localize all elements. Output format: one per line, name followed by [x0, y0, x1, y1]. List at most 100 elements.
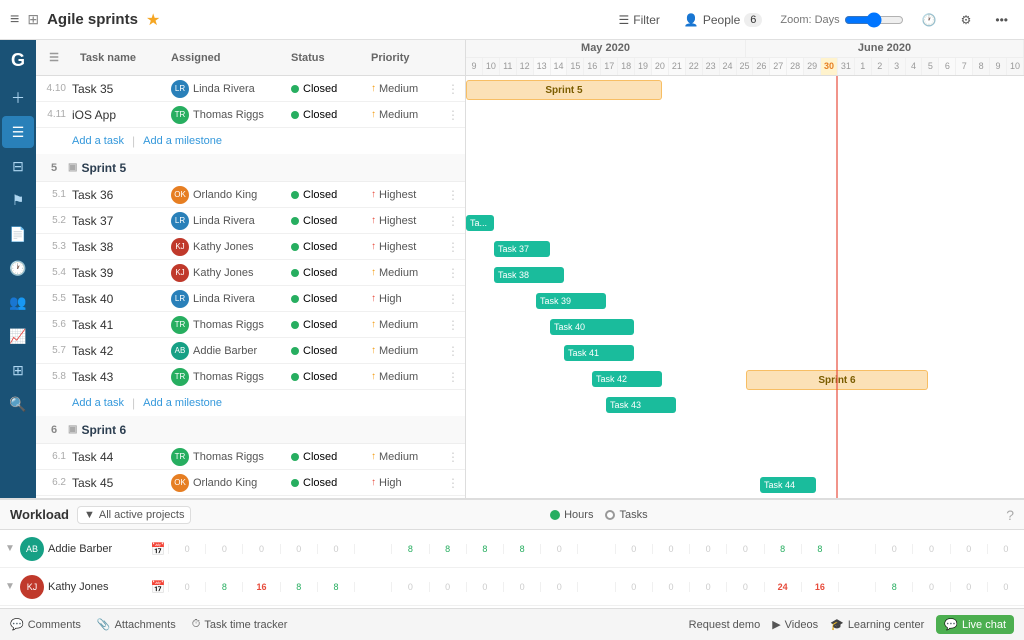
- tasks-radio[interactable]: [605, 510, 615, 520]
- task-row[interactable]: 5.2 Task 37 LR Linda Rivera Closed ↑ Hig…: [36, 208, 465, 234]
- task-row[interactable]: 4.10 Task 35 LR Linda Rivera Closed ↑ Me…: [36, 76, 465, 102]
- task-row[interactable]: 5.5 Task 40 LR Linda Rivera Closed ↑ Hig…: [36, 286, 465, 312]
- filter-button[interactable]: ☰ Filter: [612, 9, 665, 31]
- task-time-item[interactable]: ⏱ Task time tracker: [192, 618, 288, 631]
- live-chat-button[interactable]: 💬 Live chat: [936, 615, 1014, 634]
- star-icon[interactable]: ★: [146, 10, 160, 30]
- gantt-day: 11: [500, 58, 517, 75]
- sidebar-item-chart[interactable]: 📈: [2, 320, 34, 352]
- task-num: 5.6: [36, 319, 72, 330]
- attachments-label: Attachments: [115, 619, 176, 631]
- task-bar[interactable]: Task 38: [494, 267, 564, 283]
- task-bar[interactable]: Task 44: [760, 477, 816, 493]
- settings-button[interactable]: ⚙: [955, 9, 978, 31]
- task-row[interactable]: 5.7 Task 42 AB Addie Barber Closed ↑ Med…: [36, 338, 465, 364]
- add-task-link[interactable]: Add a task: [72, 135, 124, 147]
- sidebar-item-add[interactable]: ＋: [2, 82, 34, 114]
- request-demo-button[interactable]: Request demo: [689, 619, 761, 631]
- status-dot: [291, 347, 299, 355]
- sprint-5-bar[interactable]: Sprint 5: [466, 80, 662, 100]
- task-status: Closed: [291, 83, 371, 95]
- wl-cell: 0: [912, 544, 949, 554]
- hours-toggle[interactable]: Hours: [550, 509, 593, 521]
- attachments-item[interactable]: 📎 Attachments: [97, 618, 176, 631]
- wl-cell: 0: [466, 582, 503, 592]
- wl-cell: 8: [391, 544, 428, 554]
- task-row[interactable]: 5.6 Task 41 TR Thomas Riggs Closed ↑ Med…: [36, 312, 465, 338]
- task-row[interactable]: 6.1 Task 44 TR Thomas Riggs Closed ↑ Med…: [36, 444, 465, 470]
- wl-calendar-icon[interactable]: 📅: [148, 542, 168, 556]
- sidebar-item-list[interactable]: ☰: [2, 116, 34, 148]
- task-row[interactable]: 5.8 Task 43 TR Thomas Riggs Closed ↑ Med…: [36, 364, 465, 390]
- add-milestone-link[interactable]: Add a milestone: [143, 397, 222, 409]
- task-bar[interactable]: Task 43: [606, 397, 676, 413]
- task-actions[interactable]: ⋮: [441, 266, 465, 280]
- task-name: Task 38: [72, 240, 171, 254]
- task-priority: ↑ Medium: [371, 451, 441, 463]
- wl-expand-icon[interactable]: ▼: [0, 543, 20, 554]
- play-icon: ▶: [772, 618, 780, 631]
- wl-expand-icon[interactable]: ▼: [0, 581, 20, 592]
- add-task-link[interactable]: Add a task: [72, 397, 124, 409]
- gantt-bars-container: Sprint 5Sprint 6Ta...Task 37Task 38Task …: [466, 76, 1024, 498]
- hamburger-icon[interactable]: ≡: [10, 11, 19, 29]
- task-row[interactable]: 5.1 Task 36 OK Orlando King Closed ↑ Hig…: [36, 182, 465, 208]
- wl-calendar-icon[interactable]: 📅: [148, 580, 168, 594]
- task-actions[interactable]: ⋮: [441, 476, 465, 490]
- group-row-6[interactable]: 6 ▣ Sprint 6: [36, 416, 465, 444]
- task-actions[interactable]: ⋮: [441, 82, 465, 96]
- people-button[interactable]: 👤 People 6: [678, 9, 768, 31]
- sidebar-item-doc[interactable]: 📄: [2, 218, 34, 250]
- task-status: Closed: [291, 319, 371, 331]
- task-actions[interactable]: ⋮: [441, 344, 465, 358]
- task-actions[interactable]: ⋮: [441, 108, 465, 122]
- workload-filter-dropdown[interactable]: ▼ All active projects: [77, 506, 191, 524]
- sidebar-item-search[interactable]: 🔍: [2, 388, 34, 420]
- th-assigned: Assigned: [171, 52, 291, 64]
- group-collapse-icon: ▣: [68, 162, 77, 173]
- sidebar-item-table[interactable]: ⊟: [2, 150, 34, 182]
- task-bar[interactable]: Task 40: [550, 319, 634, 335]
- task-bar[interactable]: Task 41: [564, 345, 634, 361]
- task-bar[interactable]: Ta...: [466, 215, 494, 231]
- task-actions[interactable]: ⋮: [441, 214, 465, 228]
- videos-button[interactable]: ▶ Videos: [772, 618, 818, 631]
- priority-label: Highest: [379, 189, 416, 201]
- priority-arrow: ↑: [371, 371, 376, 382]
- status-label: Closed: [303, 345, 337, 357]
- zoom-slider[interactable]: [844, 12, 904, 28]
- workload-panel: Workload ▼ All active projects Hours Tas…: [0, 498, 1024, 608]
- hours-radio[interactable]: [550, 510, 560, 520]
- wl-cell: [838, 544, 875, 554]
- tasks-toggle[interactable]: Tasks: [605, 509, 647, 521]
- learning-button[interactable]: 🎓 Learning center: [830, 618, 924, 631]
- sidebar-item-flag[interactable]: ⚑: [2, 184, 34, 216]
- task-row[interactable]: 5.4 Task 39 KJ Kathy Jones Closed ↑ Medi…: [36, 260, 465, 286]
- task-actions[interactable]: ⋮: [441, 188, 465, 202]
- task-bar[interactable]: Task 37: [494, 241, 550, 257]
- more-button[interactable]: •••: [989, 9, 1014, 31]
- task-actions[interactable]: ⋮: [441, 240, 465, 254]
- sidebar-item-people[interactable]: 👥: [2, 286, 34, 318]
- avatar: LR: [171, 290, 189, 308]
- task-row[interactable]: 6.2 Task 45 OK Orlando King Closed ↑ Hig…: [36, 470, 465, 496]
- task-actions[interactable]: ⋮: [441, 318, 465, 332]
- comments-item[interactable]: 💬 Comments: [10, 618, 81, 631]
- sidebar-item-clock[interactable]: 🕐: [2, 252, 34, 284]
- task-actions[interactable]: ⋮: [441, 292, 465, 306]
- group-row-5[interactable]: 5 ▣ Sprint 5: [36, 154, 465, 182]
- history-button[interactable]: 🕐: [916, 9, 943, 31]
- task-bar[interactable]: Task 39: [536, 293, 606, 309]
- grid-view-icon[interactable]: ⊞: [27, 11, 39, 28]
- help-icon[interactable]: ?: [1006, 507, 1014, 523]
- task-row[interactable]: 4.11 iOS App TR Thomas Riggs Closed ↑ Me…: [36, 102, 465, 128]
- task-bar[interactable]: Task 42: [592, 371, 662, 387]
- wl-cell: 0: [875, 544, 912, 554]
- task-actions[interactable]: ⋮: [441, 370, 465, 384]
- task-actions[interactable]: ⋮: [441, 450, 465, 464]
- add-milestone-link[interactable]: Add a milestone: [143, 135, 222, 147]
- sidebar-item-apps[interactable]: ⊞: [2, 354, 34, 386]
- task-status: Closed: [291, 345, 371, 357]
- top-bar: ≡ ⊞ Agile sprints ★ ☰ Filter 👤 People 6 …: [0, 0, 1024, 40]
- task-row[interactable]: 5.3 Task 38 KJ Kathy Jones Closed ↑ High…: [36, 234, 465, 260]
